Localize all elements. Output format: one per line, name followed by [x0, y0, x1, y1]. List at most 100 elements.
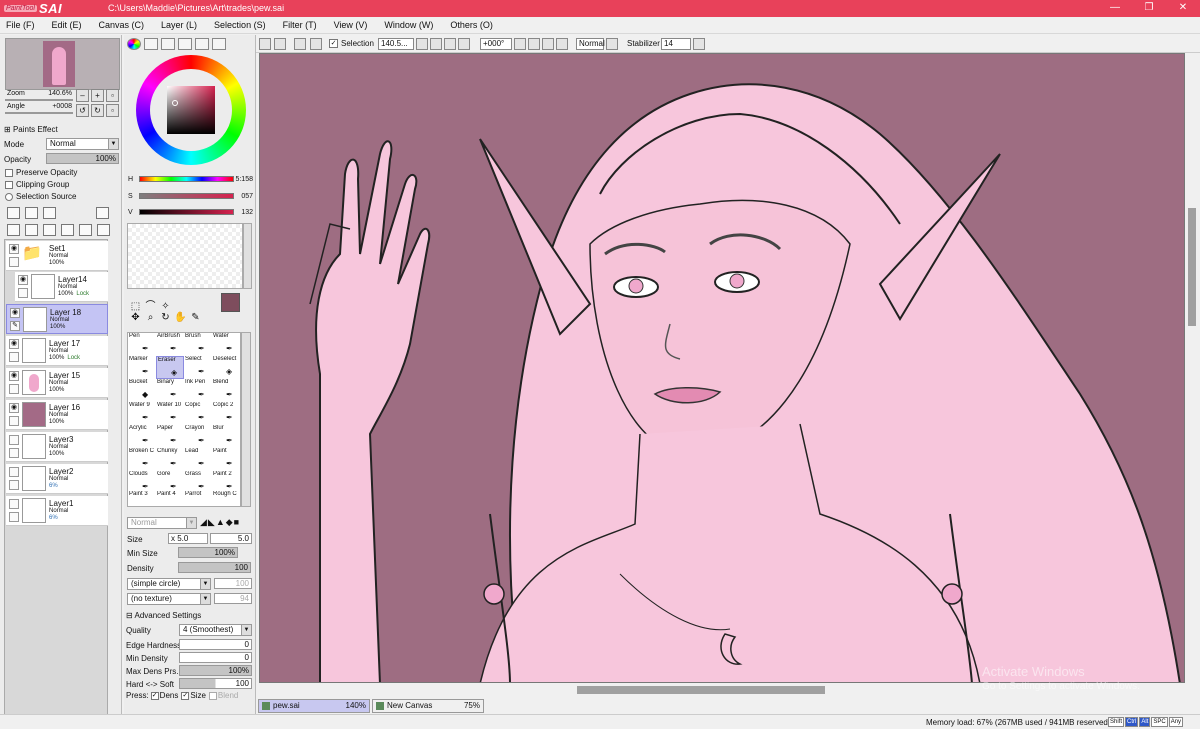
edge-hardness-slider[interactable]: 0: [179, 639, 252, 650]
new-folder-button[interactable]: [43, 207, 56, 219]
menu-others[interactable]: Others (O): [450, 17, 493, 33]
tool-binary[interactable]: Binary ✒: [156, 379, 184, 402]
color-set-tab[interactable]: [178, 38, 192, 50]
tool-copic[interactable]: Copic ✒: [184, 402, 212, 425]
brush-tip-shapes[interactable]: ◢◣▲◆■: [200, 517, 252, 529]
magic-wand-icon[interactable]: ✧: [158, 301, 173, 312]
layer-edit-toggle[interactable]: [9, 257, 19, 267]
apply-mask-button[interactable]: [79, 224, 92, 236]
tool-ink-pen[interactable]: Ink Pen ✒: [184, 379, 212, 402]
layer-edit-toggle[interactable]: [18, 288, 28, 298]
value-slider[interactable]: V 132: [127, 207, 255, 219]
tool-water-9[interactable]: Water 9 ✒: [128, 402, 156, 425]
rotate-right-button[interactable]: ↻: [91, 104, 104, 117]
tool-paint-3[interactable]: Paint 3: [128, 491, 156, 514]
zoom-out-button[interactable]: –: [76, 89, 89, 102]
press-blend-checkbox[interactable]: [208, 691, 217, 700]
current-color-swatch[interactable]: [221, 293, 240, 312]
hard-soft-slider[interactable]: 100: [179, 678, 252, 689]
advanced-settings-header[interactable]: ⊟ Advanced Settings: [126, 611, 201, 620]
tool-select[interactable]: Select ✒: [184, 356, 212, 379]
tool-bucket[interactable]: Bucket ◆: [128, 379, 156, 402]
tool-water[interactable]: Water ✒: [212, 333, 240, 356]
tab-new-canvas[interactable]: New Canvas 75%: [372, 699, 484, 713]
merge-down-button[interactable]: [25, 224, 38, 236]
density-slider[interactable]: 100: [178, 562, 251, 573]
layer-mask-button[interactable]: [96, 207, 109, 219]
stabilizer-dropdown-button[interactable]: [693, 38, 705, 50]
tool-eraser-selected[interactable]: Eraser ◈: [156, 356, 184, 379]
zoom-track[interactable]: [5, 99, 73, 101]
minimize-button[interactable]: —: [1098, 0, 1132, 17]
value-gradient[interactable]: [139, 209, 234, 215]
size-multiplier-select[interactable]: x 5.0: [168, 533, 208, 544]
tool-paper[interactable]: Paper ✒: [156, 425, 184, 448]
rotate-left-button[interactable]: ↺: [76, 104, 89, 117]
menu-view[interactable]: View (V): [334, 17, 368, 33]
layer-edit-toggle[interactable]: [9, 480, 19, 490]
vertical-scroll-thumb[interactable]: [1188, 208, 1196, 326]
canvas-vertical-scrollbar[interactable]: [1186, 53, 1198, 683]
tool-acrylic[interactable]: Acrylic ✒: [128, 425, 156, 448]
layer-row[interactable]: Layer3 Normal 100%: [6, 432, 108, 462]
drawing-canvas[interactable]: [259, 53, 1185, 683]
brush-texture-strength[interactable]: 94: [214, 593, 252, 604]
visibility-eye-icon[interactable]: ◉: [18, 275, 28, 285]
zoom-fit-button[interactable]: [458, 38, 470, 50]
rotate-cw-button[interactable]: [542, 38, 554, 50]
visibility-eye-icon[interactable]: ◉: [10, 308, 20, 318]
quality-select[interactable]: 4 (Smoothest) ▼: [179, 624, 252, 636]
transfer-down-button[interactable]: [7, 224, 20, 236]
color-wheel-tab[interactable]: [127, 38, 141, 50]
menu-layer[interactable]: Layer (L): [161, 17, 197, 33]
scratchpad-scrollbar[interactable]: [243, 223, 252, 289]
paints-effect-header[interactable]: ⊞ Paints Effect: [4, 125, 58, 134]
tool-copic-2[interactable]: Copic 2 ✒: [212, 402, 240, 425]
press-dens-checkbox[interactable]: ✓: [150, 691, 159, 700]
zoom-slider[interactable]: Zoom 140.6%: [5, 89, 73, 101]
eyedropper-icon[interactable]: ✎: [188, 312, 203, 323]
layer-row[interactable]: Layer1 Normal 6%: [6, 496, 108, 526]
menu-filter[interactable]: Filter (T): [283, 17, 317, 33]
brush-blend-mode-select[interactable]: Normal ▼: [127, 517, 197, 529]
tool-deselect[interactable]: Deselect ◈: [212, 356, 240, 379]
saturation-slider[interactable]: S 057: [127, 191, 255, 203]
rotate-ccw-button[interactable]: [528, 38, 540, 50]
tool-broken[interactable]: Broken C ✒: [128, 448, 156, 471]
menu-edit[interactable]: Edit (E): [52, 17, 82, 33]
zoom-reset-button[interactable]: ▫: [106, 89, 119, 102]
layer-edit-toggle[interactable]: [9, 416, 19, 426]
zoom-out-button[interactable]: [430, 38, 442, 50]
visibility-eye-icon[interactable]: ◉: [9, 403, 19, 413]
brush-shape-strength[interactable]: 100: [214, 578, 252, 589]
blend-mode-field[interactable]: Normal: [576, 38, 605, 50]
zoom-field[interactable]: 140.5...: [378, 38, 414, 50]
clear-selection-button[interactable]: [274, 38, 286, 50]
scratchpad[interactable]: [127, 223, 243, 289]
rotation-dropdown-button[interactable]: [514, 38, 526, 50]
hand-icon[interactable]: ✋: [173, 312, 188, 323]
preserve-opacity-checkbox[interactable]: Preserve Opacity: [5, 168, 77, 177]
clipping-group-checkbox[interactable]: Clipping Group: [5, 180, 69, 189]
tool-water-10[interactable]: Water 10 ✒: [156, 402, 184, 425]
saturation-value-square[interactable]: [167, 86, 215, 134]
layer-row[interactable]: ◉ Layer 15 Normal 100%: [6, 368, 108, 398]
zoom-dropdown-button[interactable]: [416, 38, 428, 50]
horizontal-scroll-thumb[interactable]: [577, 686, 825, 694]
zoom-in-button[interactable]: [444, 38, 456, 50]
selection-toggle-button[interactable]: [259, 38, 271, 50]
layer-edit-toggle[interactable]: [9, 352, 19, 362]
layer-row[interactable]: ◉ Layer 16 Normal 100%: [6, 400, 108, 430]
color-wheel[interactable]: [136, 55, 246, 165]
tool-paint[interactable]: Paint ✒: [212, 448, 240, 471]
stabilizer-field[interactable]: 14: [661, 38, 691, 50]
menu-canvas[interactable]: Canvas (C): [99, 17, 145, 33]
rotate-reset-button[interactable]: [556, 38, 568, 50]
layer-row[interactable]: ◉ 📁 Set1 Normal 100%: [6, 241, 108, 271]
tab-pew-sai[interactable]: pew.sai 140%: [258, 699, 370, 713]
menu-file[interactable]: File (F): [6, 17, 35, 33]
visibility-eye-icon[interactable]: ◉: [9, 244, 19, 254]
lasso-icon[interactable]: ⌒: [143, 297, 158, 312]
flip-canvas-button[interactable]: [606, 38, 618, 50]
layer-edit-toggle[interactable]: [9, 512, 19, 522]
